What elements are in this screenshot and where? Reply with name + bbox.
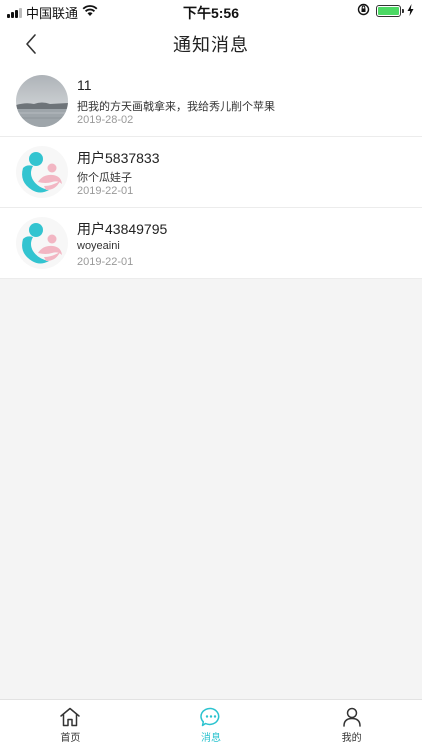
default-user-logo-icon bbox=[16, 217, 68, 269]
notification-item[interactable]: 用户5837833 你个瓜娃子 2019-22-01 bbox=[0, 137, 422, 208]
tab-messages-label: 消息 bbox=[201, 733, 221, 744]
notification-date: 2019-22-01 bbox=[77, 185, 134, 197]
avatar bbox=[16, 146, 68, 198]
notification-sender: 用户43849795 bbox=[77, 221, 168, 237]
avatar bbox=[16, 217, 68, 269]
notification-message: 把我的方天画戟拿来，我给秀儿削个苹果 bbox=[77, 101, 275, 113]
navigation-bar: 通知消息 bbox=[0, 22, 422, 66]
message-icon bbox=[200, 707, 220, 727]
tab-profile-label: 我的 bbox=[341, 733, 362, 744]
notification-sender: 用户5837833 bbox=[77, 150, 160, 166]
notification-message: 你个瓜娃子 bbox=[77, 172, 132, 184]
default-user-logo-icon bbox=[16, 146, 68, 198]
status-right bbox=[357, 3, 414, 19]
status-bar: 中国联通 下午5:56 bbox=[0, 0, 422, 22]
notification-item[interactable]: 用户43849795 woyeaini 2019-22-01 bbox=[0, 208, 422, 279]
tab-home-label: 首页 bbox=[60, 733, 81, 744]
notification-sender: 11 bbox=[77, 77, 92, 93]
chevron-left-icon bbox=[26, 34, 36, 54]
tab-home[interactable]: 首页 bbox=[0, 700, 141, 750]
avatar bbox=[16, 75, 68, 127]
tab-messages[interactable]: 消息 bbox=[141, 700, 282, 750]
charging-icon bbox=[407, 3, 414, 19]
home-icon bbox=[60, 707, 81, 727]
profile-icon bbox=[342, 707, 361, 727]
back-button[interactable] bbox=[16, 30, 46, 58]
page-title: 通知消息 bbox=[173, 35, 249, 55]
tab-bar: 首页 消息 我的 bbox=[0, 699, 422, 750]
notification-message: woyeaini bbox=[77, 240, 120, 252]
battery-icon bbox=[376, 5, 404, 17]
notification-date: 2019-22-01 bbox=[77, 256, 134, 268]
notification-date: 2019-28-02 bbox=[77, 114, 134, 126]
orientation-lock-icon bbox=[357, 3, 370, 19]
notification-item[interactable]: 11 把我的方天画戟拿来，我给秀儿削个苹果 2019-28-02 bbox=[0, 66, 422, 137]
landscape-photo-icon bbox=[16, 75, 68, 127]
notification-list: 11 把我的方天画戟拿来，我给秀儿削个苹果 2019-28-02 用户58378… bbox=[0, 66, 422, 279]
tab-profile[interactable]: 我的 bbox=[281, 700, 422, 750]
